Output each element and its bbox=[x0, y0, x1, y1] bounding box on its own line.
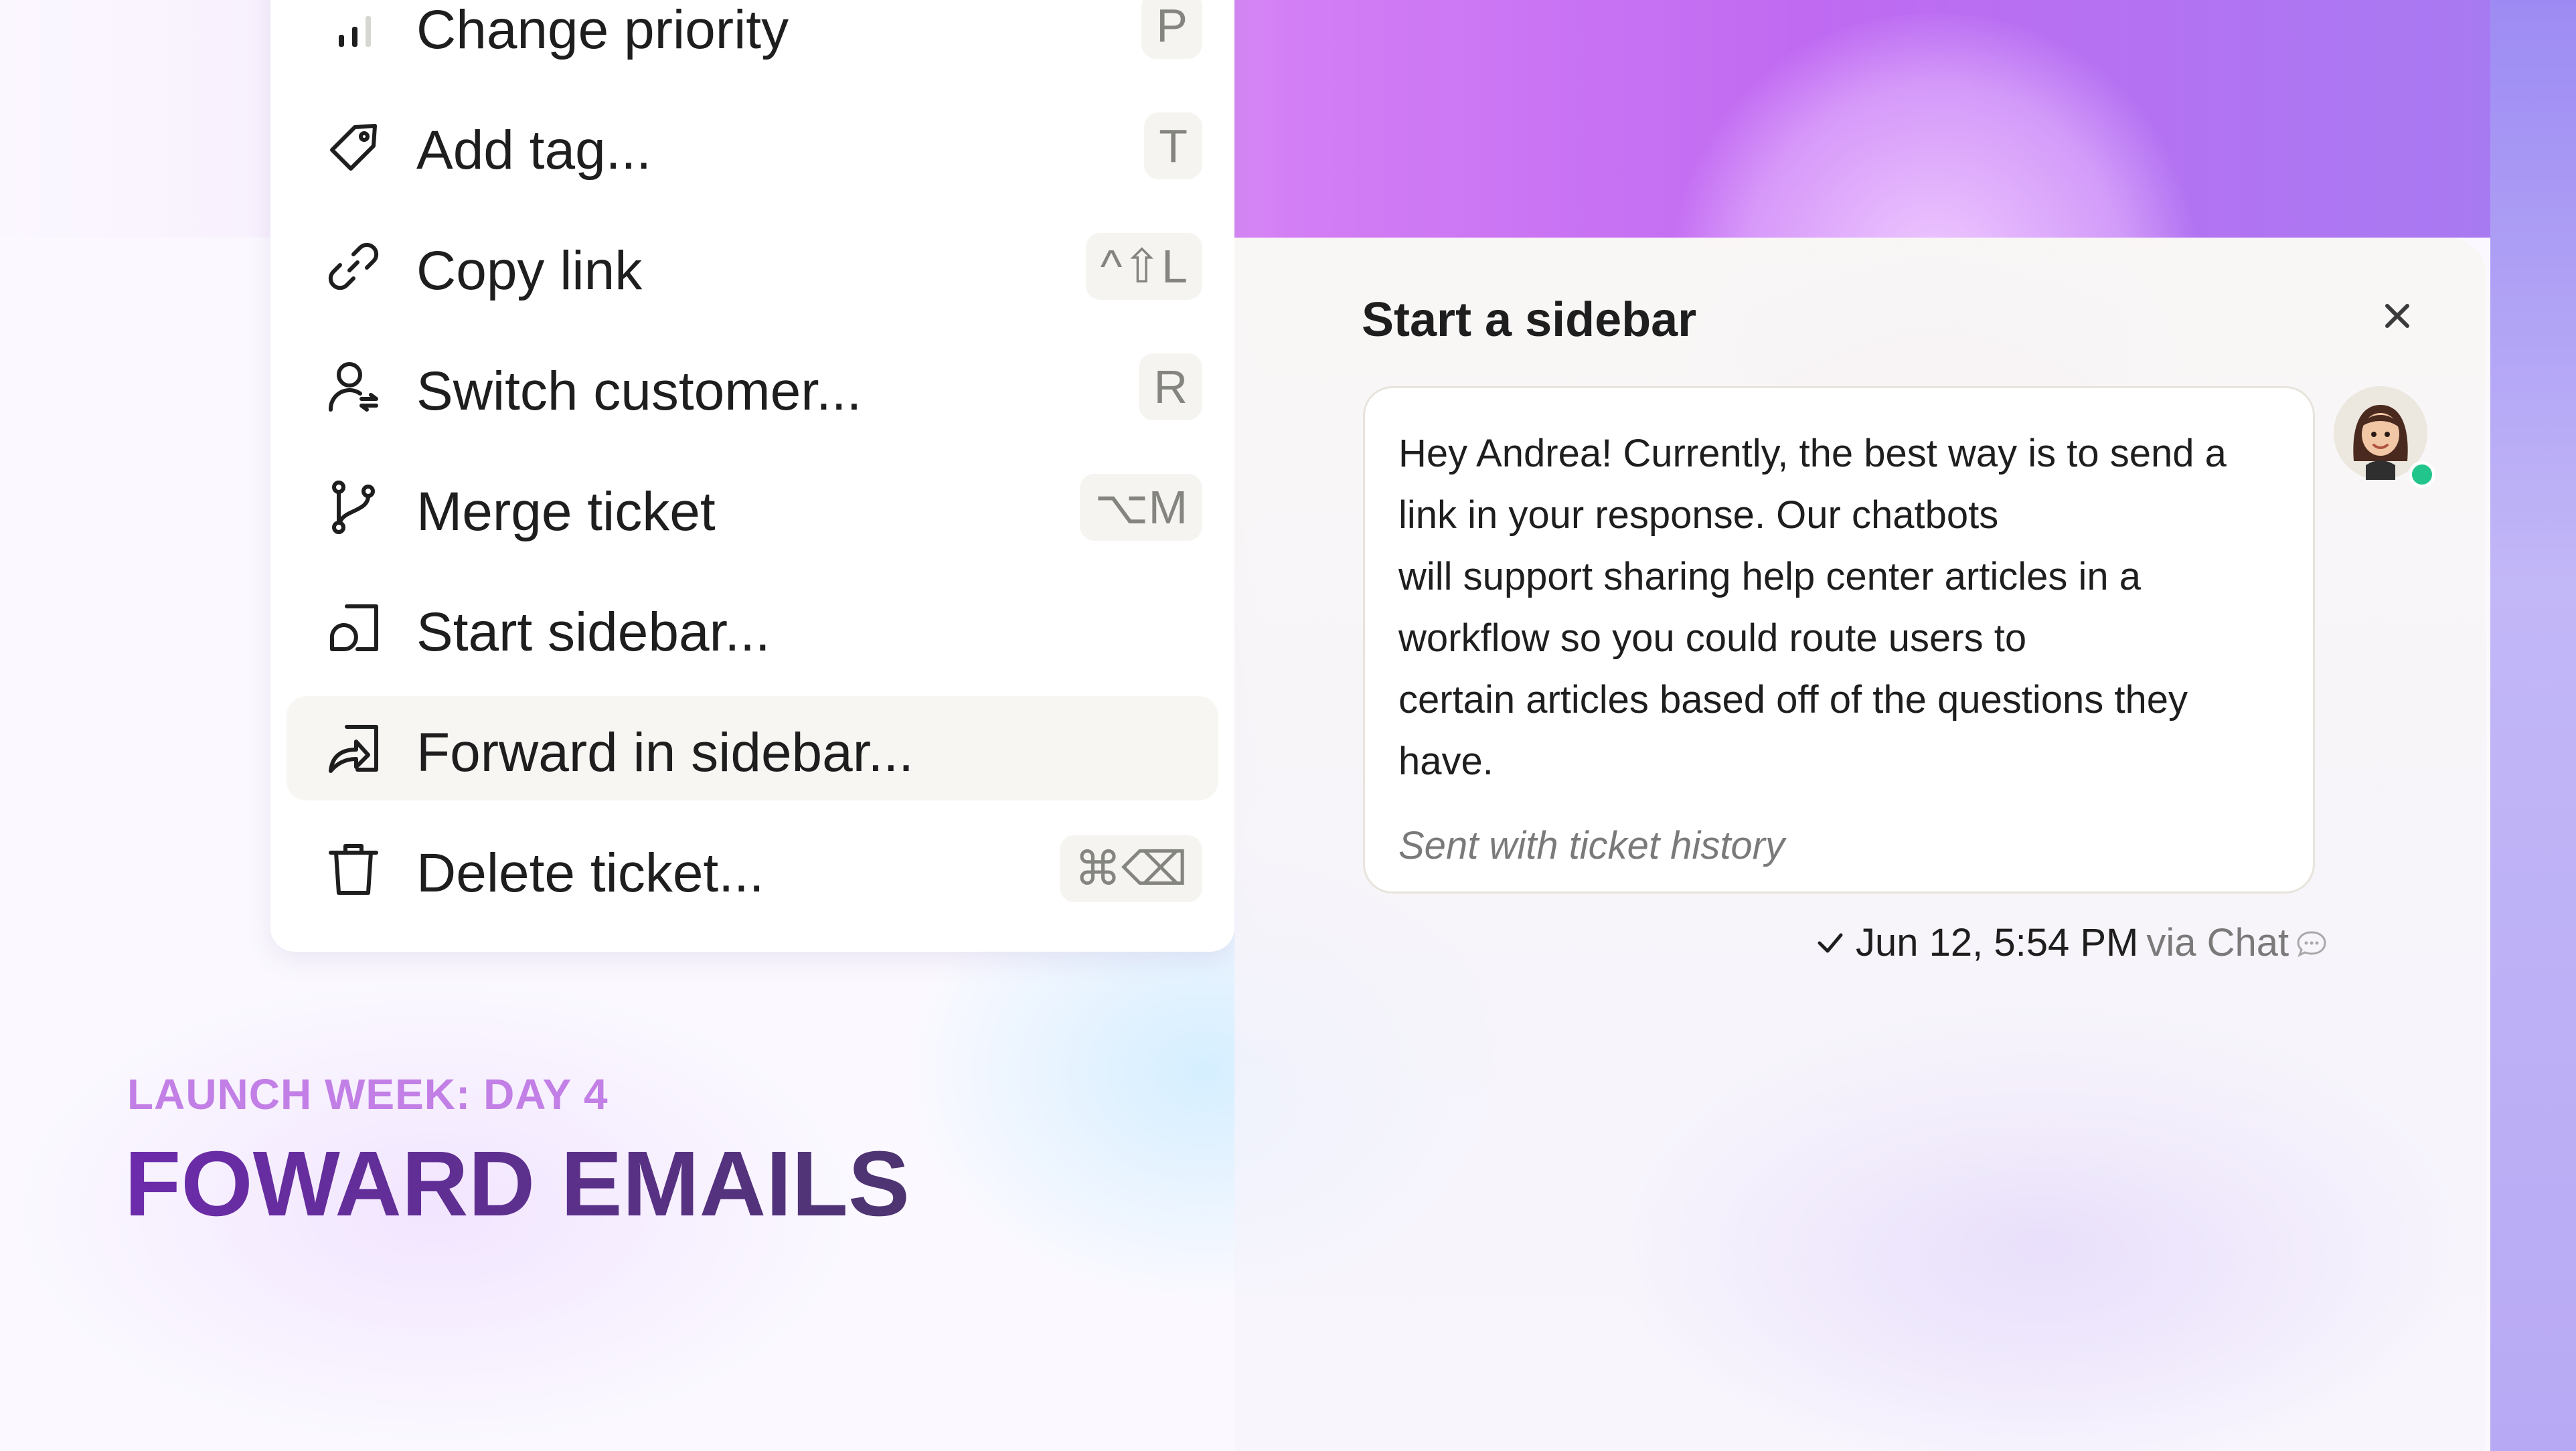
menu-item-label: Change priority bbox=[416, 0, 789, 60]
shortcut-key: ⌥M bbox=[1080, 474, 1202, 541]
shortcut-key: R bbox=[1139, 353, 1202, 420]
message-line: workflow so you could route users to bbox=[1398, 616, 2027, 660]
sidebar-chat-icon bbox=[324, 598, 383, 657]
menu-item-label: Add tag... bbox=[416, 120, 652, 181]
sidebar-panel: Start a sidebar Hey Andrea! Currently, t… bbox=[1234, 238, 2486, 1451]
tag-icon bbox=[324, 116, 383, 175]
menu-item-start-sidebar[interactable]: Start sidebar... bbox=[287, 576, 1218, 680]
merge-icon bbox=[324, 478, 383, 537]
launch-week-eyebrow: LAUNCH WEEK: DAY 4 bbox=[127, 1070, 609, 1118]
menu-item-label: Copy link bbox=[416, 240, 643, 301]
message-line: certain articles based off of the questi… bbox=[1398, 678, 2188, 721]
message-meta: Jun 12, 5:54 PM via Chat bbox=[1814, 920, 2328, 965]
page-headline: FOWARD EMAILS bbox=[125, 1132, 910, 1235]
shortcut-key: P bbox=[1141, 0, 1202, 59]
menu-item-label: Switch customer... bbox=[416, 361, 862, 422]
message-line: link in your response. Our chatbots bbox=[1398, 493, 1999, 537]
shortcut-key: ⌘⌫ bbox=[1060, 835, 1202, 902]
avatar[interactable] bbox=[2334, 386, 2435, 488]
menu-item-delete-ticket[interactable]: Delete ticket... ⌘⌫ bbox=[287, 817, 1218, 921]
menu-item-copy-link[interactable]: Copy link ^⇧L bbox=[287, 214, 1218, 319]
message-line: have. bbox=[1398, 740, 1494, 783]
message-note: Sent with ticket history bbox=[1398, 824, 1785, 867]
checkmark-icon bbox=[1818, 933, 1843, 952]
message-line: will support sharing help center article… bbox=[1398, 555, 2141, 598]
menu-item-label: Delete ticket... bbox=[416, 843, 764, 904]
message-timestamp: Jun 12, 5:54 PM bbox=[1856, 921, 2139, 964]
switch-customer-icon bbox=[324, 357, 383, 416]
background-right-edge bbox=[2490, 0, 2576, 1451]
message-bubble: Hey Andrea! Currently, the best way is t… bbox=[1363, 386, 2315, 893]
close-icon bbox=[2385, 304, 2409, 328]
menu-item-change-priority[interactable]: Change priority P bbox=[287, 0, 1218, 78]
menu-item-label: Merge ticket bbox=[416, 481, 716, 542]
menu-item-label: Forward in sidebar... bbox=[416, 722, 914, 783]
message-line: Hey Andrea! Currently, the best way is t… bbox=[1398, 432, 2227, 475]
menu-item-merge-ticket[interactable]: Merge ticket ⌥M bbox=[287, 455, 1218, 560]
shortcut-key: ^⇧L bbox=[1085, 233, 1202, 300]
message-text: Hey Andrea! Currently, the best way is t… bbox=[1398, 423, 2289, 792]
menu-item-forward-in-sidebar[interactable]: Forward in sidebar... bbox=[287, 696, 1218, 800]
online-status-dot bbox=[2409, 461, 2435, 488]
link-icon bbox=[324, 237, 383, 296]
menu-item-switch-customer[interactable]: Switch customer... R bbox=[287, 335, 1218, 439]
panel-title: Start a sidebar bbox=[1362, 293, 1697, 347]
menu-item-label: Start sidebar... bbox=[416, 602, 771, 663]
chat-bubble-icon bbox=[2297, 930, 2326, 957]
priority-bars-icon bbox=[324, 0, 383, 55]
forward-icon bbox=[324, 719, 383, 778]
trash-icon bbox=[324, 839, 383, 898]
message-channel: via Chat bbox=[2146, 921, 2289, 964]
close-button[interactable] bbox=[2381, 299, 2414, 333]
menu-item-add-tag[interactable]: Add tag... T bbox=[287, 94, 1218, 198]
command-menu: Change priority P Add tag... T Copy link… bbox=[270, 0, 1234, 952]
shortcut-key: T bbox=[1144, 112, 1202, 179]
